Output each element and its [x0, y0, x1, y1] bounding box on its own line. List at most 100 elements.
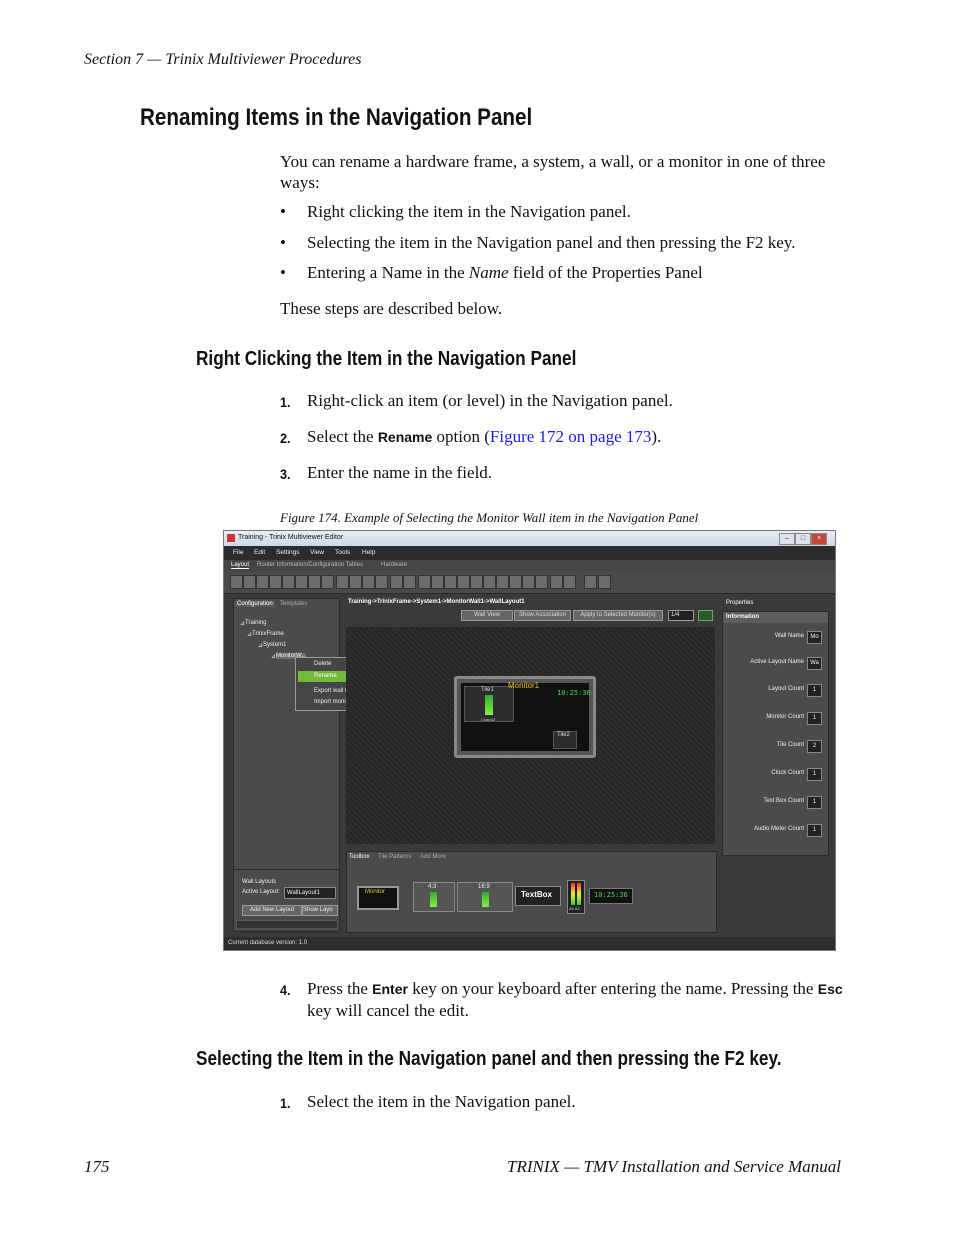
prop-value-audio-count[interactable]: 1	[807, 824, 822, 837]
monitor-label: Monitor1	[508, 681, 540, 690]
page-selector[interactable]: 1/4	[668, 610, 694, 621]
toolbar-button-icon[interactable]	[321, 575, 334, 589]
toolbox-tile-16x9[interactable]: 16:9	[457, 882, 513, 912]
toolbox-monitor[interactable]: Monitor	[357, 886, 399, 910]
nav-tab-templates[interactable]: Templates	[280, 601, 307, 607]
tab-layout[interactable]: Layout	[231, 562, 250, 569]
bullet-text-italic: Name	[468, 263, 509, 282]
toolbar-button-icon[interactable]	[431, 575, 444, 589]
close-icon[interactable]: ×	[811, 533, 827, 545]
menu-file[interactable]: File	[233, 549, 243, 556]
nav-tab-configuration[interactable]: Configuration	[235, 601, 275, 607]
prop-value-active-layout[interactable]: Wa	[807, 657, 822, 670]
meter-icon	[430, 892, 437, 907]
add-more-tab[interactable]: Add More	[420, 854, 446, 860]
toolbar-button-icon[interactable]	[418, 575, 431, 589]
prop-value-textbox-count[interactable]: 1	[807, 796, 822, 809]
toolbar-button-icon[interactable]	[390, 575, 403, 589]
bullet-text-post: field of the Properties Panel	[508, 263, 703, 282]
tree-label: Training	[245, 620, 267, 626]
tile-patterns-tab[interactable]: Tile Patterns	[378, 854, 411, 860]
minimize-icon[interactable]: –	[779, 533, 795, 545]
intro-paragraph: You can rename a hardware frame, a syste…	[280, 152, 826, 192]
toolbar-button-icon[interactable]	[295, 575, 308, 589]
toolbox-monitor-label: Monitor	[365, 889, 386, 895]
step-text: Right-click an item (or level) in the Na…	[307, 391, 673, 410]
tile1-label: Tile1	[481, 687, 494, 693]
toolbar-button-icon[interactable]	[457, 575, 470, 589]
toolbar-button-icon[interactable]	[336, 575, 349, 589]
toolbar-button-icon[interactable]	[598, 575, 611, 589]
prop-value-clock-count[interactable]: 1	[807, 768, 822, 781]
toolbox-tab[interactable]: Toolbox	[349, 854, 370, 860]
maximize-icon[interactable]: □	[795, 533, 811, 545]
toolbar-button-icon[interactable]	[362, 575, 375, 589]
monitor-wall[interactable]: Tile1 Chan42 Monitor1 10:25:36 Tile2	[454, 676, 596, 758]
menu-tools[interactable]: Tools	[335, 549, 350, 556]
toolbar-button-icon[interactable]	[550, 575, 563, 589]
tab-hardware[interactable]: Hardware	[381, 562, 407, 568]
properties-box: Information	[722, 611, 829, 856]
prop-value-wall-name[interactable]: Mo	[807, 631, 822, 644]
tab-router-info[interactable]: Router Information/Configuration Tables	[257, 562, 363, 568]
show-association-button[interactable]: Show Association	[514, 610, 571, 621]
menu-view[interactable]: View	[310, 549, 324, 556]
toolbar-button-icon[interactable]	[349, 575, 362, 589]
toolbar-button-icon[interactable]	[563, 575, 576, 589]
active-layout-label: Active Layout:	[242, 889, 280, 895]
toolbar-button-icon[interactable]	[230, 575, 243, 589]
menu-help[interactable]: Help	[362, 549, 375, 556]
toolbar-button-icon[interactable]	[509, 575, 522, 589]
step-text-pre: Select the	[307, 427, 378, 446]
toolbar-button-icon[interactable]	[483, 575, 496, 589]
toolbar-button-icon[interactable]	[375, 575, 388, 589]
menu-edit[interactable]: Edit	[254, 549, 265, 556]
tree-item-training[interactable]: ⊿ Training	[240, 620, 267, 627]
toolbox-panel: Toolbox Tile Patterns Add More Monitor 4…	[346, 851, 717, 933]
horizontal-scrollbar[interactable]	[236, 920, 338, 929]
toolbar-button-icon[interactable]	[535, 575, 548, 589]
toolbar-button-icon[interactable]	[403, 575, 416, 589]
toolbar-button-icon[interactable]	[444, 575, 457, 589]
navigation-panel: Configuration Templates ⊿ Training ⊿ Tri…	[233, 598, 340, 932]
toolbar-button-icon[interactable]	[496, 575, 509, 589]
tree-item-monitorwall[interactable]: ⊿ MonitorW...	[271, 653, 307, 660]
menu-item-delete[interactable]: Delete	[314, 661, 331, 667]
clock-display: 10:25:36	[557, 689, 591, 697]
prop-value-monitor-count[interactable]: 1	[807, 712, 822, 725]
figure-link[interactable]: Figure 172 on page 173	[490, 427, 651, 446]
active-layout-select[interactable]: WallLayout1	[284, 887, 336, 899]
toolbar-button-icon[interactable]	[470, 575, 483, 589]
grid-icon[interactable]	[698, 610, 713, 621]
prop-label-wall-name: Wall Name	[774, 633, 804, 639]
toolbar-button-icon[interactable]	[269, 575, 282, 589]
toolbox-textbox[interactable]: TextBox	[515, 886, 561, 906]
prop-value-layout-count[interactable]: 1	[807, 684, 822, 697]
toolbar-button-icon[interactable]	[282, 575, 295, 589]
step-number: 3.	[280, 466, 291, 482]
figure-caption: Figure 174. Example of Selecting the Mon…	[280, 510, 699, 525]
toolbar-button-icon[interactable]	[522, 575, 535, 589]
toolbox-audio-meter[interactable]: AV A2	[567, 880, 585, 914]
prop-value-tile-count[interactable]: 2	[807, 740, 822, 753]
add-new-layout-button[interactable]: Add New Layout	[242, 905, 302, 916]
wall-view-button[interactable]: Wall View	[461, 610, 513, 621]
toolbox-clock-label: 10:25:36	[594, 891, 628, 899]
toolbox-tile-4x3[interactable]: 4:3	[413, 882, 455, 912]
toolbar-button-icon[interactable]	[308, 575, 321, 589]
toolbar-button-icon[interactable]	[584, 575, 597, 589]
tree-item-trinixframe[interactable]: ⊿ TrinixFrame	[247, 631, 284, 638]
menu-settings[interactable]: Settings	[276, 549, 300, 556]
toolbar-button-icon[interactable]	[243, 575, 256, 589]
prop-label-clock-count: Clock Count	[771, 770, 804, 776]
toolbox-textbox-label: TextBox	[521, 890, 552, 899]
toolbox-clock[interactable]: 10:25:36	[589, 888, 633, 904]
show-layout-button[interactable]: Show Layo	[302, 905, 338, 916]
menu-item-rename[interactable]: Rename	[314, 673, 337, 679]
wall-canvas[interactable]: Tile1 Chan42 Monitor1 10:25:36 Tile2	[346, 627, 715, 844]
step-text-mid: option (	[432, 427, 490, 446]
apply-to-selected-button[interactable]: Apply to Selected Monitor(s)	[573, 610, 663, 621]
tree-item-system1[interactable]: ⊿ System1	[258, 642, 286, 649]
toolbar-button-icon[interactable]	[256, 575, 269, 589]
step-number: 1.	[280, 394, 291, 410]
